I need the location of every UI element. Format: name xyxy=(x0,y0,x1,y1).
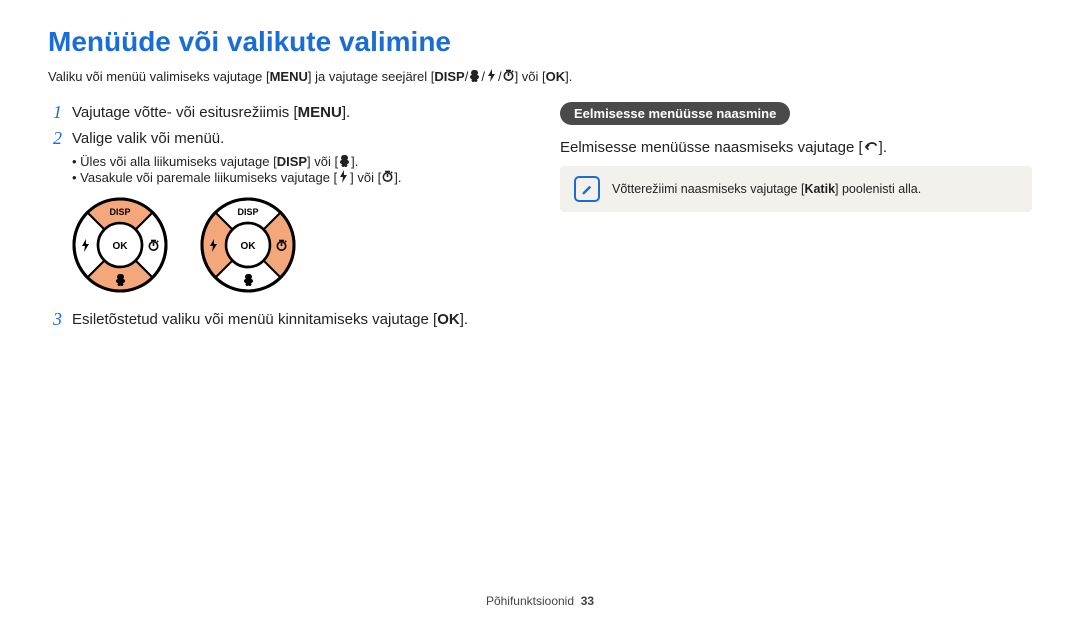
step-text: ]. xyxy=(460,311,468,328)
right-column: Eelmisesse menüüsse naasmine Eelmisesse … xyxy=(560,102,1032,335)
ok-label: OK xyxy=(546,69,566,84)
t: Võtterežiimi naasmiseks vajutage [ xyxy=(612,182,804,196)
flower-icon xyxy=(338,153,351,168)
disp-label: DISP xyxy=(109,207,130,217)
list-item: Üles või alla liikumiseks vajutage [DISP… xyxy=(72,153,520,169)
t: ]. xyxy=(351,154,358,169)
page-number: 33 xyxy=(581,594,594,608)
step-1: 1 Vajutage võtte- või esitusrežiimis [ME… xyxy=(48,102,520,124)
intro-text: ]. xyxy=(565,69,572,84)
dial-left-right: DISP OK xyxy=(198,195,298,295)
step-text: Esiletõstetud valiku või menüü kinnitami… xyxy=(72,311,437,328)
t: Eelmisesse menüüsse naasmiseks vajutage … xyxy=(560,139,863,156)
flash-icon xyxy=(337,169,350,184)
step-text: ]. xyxy=(342,104,350,121)
ok-label: OK xyxy=(437,311,460,328)
section-pill: Eelmisesse menüüsse naasmine xyxy=(560,102,790,125)
disp-label: DISP xyxy=(434,69,464,84)
step-number: 2 xyxy=(48,128,62,150)
flower-icon xyxy=(468,68,481,83)
page-footer: Põhifunktsioonid 33 xyxy=(0,594,1080,608)
disp-label: DISP xyxy=(277,154,307,169)
disp-label: DISP xyxy=(237,207,258,217)
left-column: 1 Vajutage võtte- või esitusrežiimis [ME… xyxy=(48,102,520,335)
menu-label: MENU xyxy=(298,104,342,121)
intro-text: ] ja vajutage seejärel [ xyxy=(308,69,434,84)
menu-label: MENU xyxy=(270,69,308,84)
ok-label: OK xyxy=(113,241,129,252)
step-2: 2 Valige valik või menüü. xyxy=(48,128,520,150)
step-number: 3 xyxy=(48,309,62,331)
t: ] või [ xyxy=(307,154,338,169)
page-title: Menüüde või valikute valimine xyxy=(48,26,1032,58)
step-3: 3 Esiletõstetud valiku või menüü kinnita… xyxy=(48,309,520,331)
t: ] poolenisti alla. xyxy=(835,182,921,196)
dial-illustrations: DISP OK xyxy=(70,195,520,295)
timer-icon xyxy=(502,68,515,83)
note-text: Võtterežiimi naasmiseks vajutage [Katik]… xyxy=(612,182,921,196)
step-text: Vajutage võtte- või esitusrežiimis [ xyxy=(72,104,298,121)
shutter-label: Katik xyxy=(804,182,835,196)
t: Vasakule või paremale liikumiseks vajuta… xyxy=(80,170,337,185)
flash-icon xyxy=(485,68,498,83)
intro-line: Valiku või menüü valimiseks vajutage [ME… xyxy=(48,68,1032,84)
t: ]. xyxy=(394,170,401,185)
right-paragraph: Eelmisesse menüüsse naasmiseks vajutage … xyxy=(560,139,1032,156)
ok-label: OK xyxy=(241,241,257,252)
pencil-icon xyxy=(574,176,600,202)
timer-icon xyxy=(381,169,394,184)
step-number: 1 xyxy=(48,102,62,124)
t: ]. xyxy=(879,139,887,156)
intro-text: Valiku või menüü valimiseks vajutage [ xyxy=(48,69,270,84)
footer-section: Põhifunktsioonid xyxy=(486,594,574,608)
step-2-sublist: Üles või alla liikumiseks vajutage [DISP… xyxy=(72,153,520,185)
t: Üles või alla liikumiseks vajutage [ xyxy=(80,154,277,169)
list-item: Vasakule või paremale liikumiseks vajuta… xyxy=(72,169,520,185)
note-box: Võtterežiimi naasmiseks vajutage [Katik]… xyxy=(560,166,1032,212)
back-icon xyxy=(863,139,879,154)
step-text: Valige valik või menüü. xyxy=(72,128,224,149)
dial-up-down: DISP OK xyxy=(70,195,170,295)
intro-text: ] või [ xyxy=(515,69,546,84)
t: ] või [ xyxy=(350,170,381,185)
